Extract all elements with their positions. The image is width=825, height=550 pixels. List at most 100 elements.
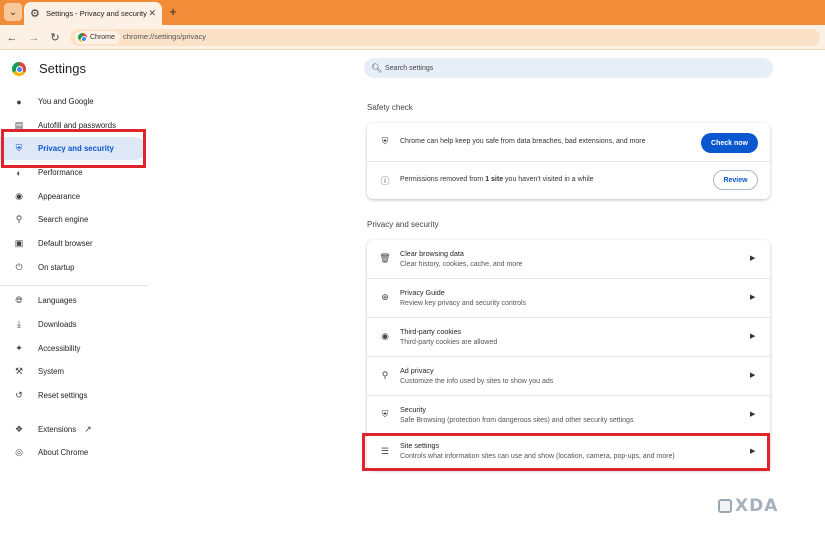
reload-icon: ↻ [50, 32, 60, 44]
power-icon: ⏻ [15, 262, 23, 272]
sidebar-item-accessibility[interactable]: ✦ Accessibility [0, 337, 146, 360]
browser-window: ⌄ ⚙ Settings - Privacy and security ✕ + … [0, 0, 825, 550]
wrench-icon: ⚒ [14, 366, 24, 376]
safety-check-row: ⛨ Chrome can help keep you safe from dat… [367, 123, 770, 161]
safety-check-text: Chrome can help keep you safe from data … [400, 138, 646, 145]
history-icon: ↺ [15, 390, 23, 400]
search-icon: ⚲ [15, 214, 23, 224]
sidebar-item-default-browser[interactable]: ▣ Default browser [0, 232, 146, 255]
chrome-logo-icon [12, 62, 26, 76]
sidebar-item-label: About Chrome [38, 448, 89, 457]
address-bar[interactable]: Chrome chrome://settings/privacy [70, 29, 820, 46]
sidebar-item-languages[interactable]: 🌐︎ Languages [0, 289, 146, 312]
forward-button[interactable]: → [26, 30, 42, 46]
chip-label: Chrome [90, 34, 115, 41]
privacy-row-security[interactable]: ⛨ Security Safe Browsing (protection fro… [367, 396, 770, 434]
browser-icon: ▣ [14, 238, 24, 248]
permissions-text-prefix: Permissions removed from [400, 176, 486, 183]
sidebar-item-label: On startup [38, 263, 75, 272]
chevron-right-icon: ▶ [750, 333, 756, 340]
trash-icon: 🗑︎ [379, 253, 391, 263]
privacy-row-clear-browsing-data[interactable]: 🗑︎ Clear browsing data Clear history, co… [367, 240, 770, 278]
palette-icon: ◉ [15, 191, 23, 201]
info-icon: ⓘ [380, 176, 390, 186]
search-input[interactable]: 🔍︎ Search settings [364, 58, 773, 78]
close-icon[interactable]: ✕ [148, 8, 156, 19]
compass-icon: ⊕ [381, 292, 389, 302]
row-title: Third-party cookies [400, 327, 462, 336]
privacy-row-privacy-guide[interactable]: ⊕ Privacy Guide Review key privacy and s… [367, 279, 770, 317]
chevron-right-icon: ▶ [750, 294, 756, 301]
row-title: Privacy Guide [400, 288, 445, 297]
cookie-icon: ◉ [381, 331, 389, 341]
chrome-icon: ◎ [15, 447, 23, 457]
sidebar-divider [0, 285, 148, 286]
arrow-right-icon: → [28, 32, 40, 44]
sidebar-item-label: Languages [38, 296, 77, 305]
download-icon: ⤓ [17, 319, 21, 329]
person-icon: ● [16, 96, 22, 107]
shield-icon: ⛨ [381, 409, 389, 419]
sidebar-item-label: Search engine [38, 215, 89, 224]
row-title: Ad privacy [400, 366, 434, 375]
tab-strip: ⌄ ⚙ Settings - Privacy and security ✕ + [0, 0, 825, 25]
sidebar-item-about-chrome[interactable]: ◎ About Chrome [0, 441, 146, 464]
search-icon: 🔍︎ [371, 62, 383, 73]
row-subtitle: Review key privacy and security controls [400, 300, 527, 307]
gear-icon: ⚙ [30, 8, 40, 20]
sidebar-item-label: Downloads [38, 320, 77, 329]
tab-title: Settings - Privacy and security [46, 9, 147, 18]
watermark-text: XDA [735, 496, 779, 516]
sidebar-item-label: Appearance [38, 192, 81, 201]
watermark-logo: XDA [718, 496, 778, 516]
sidebar-item-label: Performance [38, 168, 83, 177]
highlight-box-site-settings [362, 433, 770, 471]
sidebar-item-label: Extensions [38, 425, 77, 434]
tab-settings[interactable]: ⚙ Settings - Privacy and security ✕ [24, 2, 162, 25]
sidebar-item-label: Reset settings [38, 391, 88, 400]
sidebar-item-label: System [38, 367, 64, 376]
accessibility-icon: ✦ [15, 343, 23, 353]
globe-icon: 🌐︎ [15, 295, 23, 305]
chevron-down-icon: ⌄ [8, 6, 18, 18]
chevron-right-icon: ▶ [750, 255, 756, 262]
chevron-right-icon: ▶ [750, 411, 756, 418]
back-button[interactable]: ← [4, 30, 20, 46]
safety-check-card: ⛨ Chrome can help keep you safe from dat… [367, 123, 770, 199]
speedometer-icon: ◐ [16, 167, 22, 178]
url-text[interactable]: chrome://settings/privacy [123, 32, 206, 41]
privacy-row-third-party-cookies[interactable]: ◉ Third-party cookies Third-party cookie… [367, 318, 770, 356]
sidebar-item-downloads[interactable]: ⤓ Downloads [0, 313, 146, 336]
check-now-button[interactable]: Check now [701, 133, 758, 153]
review-button[interactable]: Review [713, 170, 758, 190]
sidebar-item-system[interactable]: ⚒ System [0, 360, 146, 383]
page-title: Settings [39, 61, 86, 76]
row-subtitle: Customize the info used by sites to show… [400, 378, 554, 385]
permissions-text-count: 1 site [485, 176, 504, 183]
sidebar-item-on-startup[interactable]: ⏻ On startup [0, 256, 146, 279]
arrow-left-icon: ← [6, 32, 18, 44]
site-info-chip[interactable]: Chrome [75, 31, 120, 44]
sidebar-item-extensions[interactable]: ❖ Extensions ↗ [0, 418, 146, 441]
highlight-box-sidebar [1, 129, 146, 168]
sidebar-item-label: Default browser [38, 239, 93, 248]
reload-button[interactable]: ↻ [47, 30, 63, 46]
chrome-icon [78, 33, 87, 42]
permissions-text: Permissions removed from 1 site you have… [400, 176, 594, 183]
ad-privacy-icon: ⚲ [381, 370, 389, 380]
shield-check-icon: ⛨ [381, 136, 389, 146]
open-in-new-icon: ↗ [84, 424, 92, 434]
sidebar-item-appearance[interactable]: ◉ Appearance [0, 185, 146, 208]
permissions-text-suffix: you haven't visited in a while [503, 176, 594, 183]
sidebar-item-label: Accessibility [38, 344, 81, 353]
sidebar-item-you-and-google[interactable]: ● You and Google [0, 90, 146, 113]
row-subtitle: Third-party cookies are allowed [400, 339, 498, 346]
privacy-row-ad-privacy[interactable]: ⚲ Ad privacy Customize the info used by … [367, 357, 770, 395]
sidebar-item-reset-settings[interactable]: ↺ Reset settings [0, 384, 146, 407]
tab-search-button[interactable]: ⌄ [4, 3, 22, 21]
row-title: Security [400, 405, 426, 414]
new-tab-button[interactable]: + [166, 4, 180, 19]
sidebar-item-search-engine[interactable]: ⚲ Search engine [0, 208, 146, 231]
section-heading-privacy: Privacy and security [367, 220, 439, 229]
permissions-row: ⓘ Permissions removed from 1 site you ha… [367, 161, 770, 199]
